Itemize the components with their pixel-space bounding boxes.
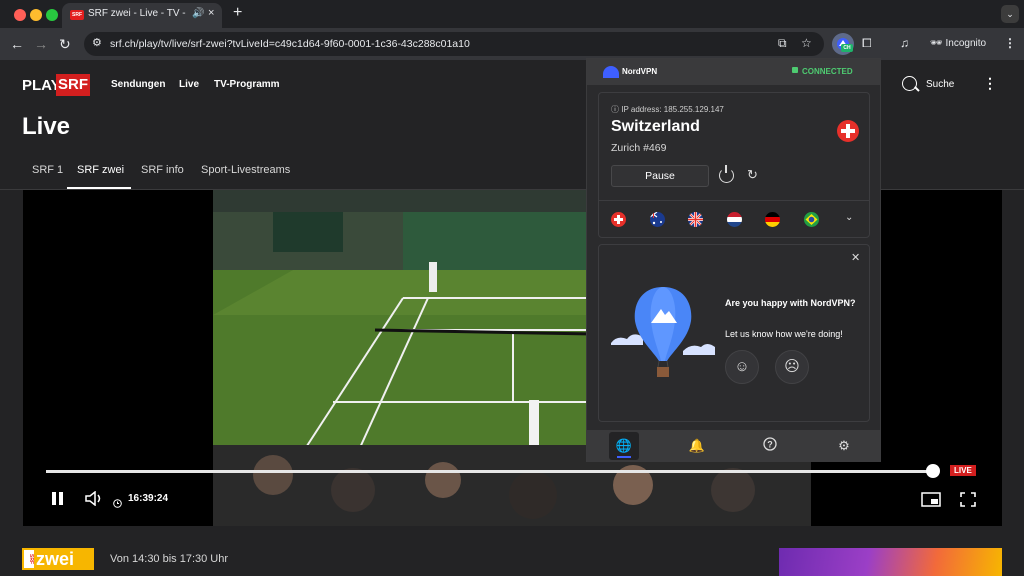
extensions-puzzle-icon[interactable]: ⧠: [862, 36, 872, 51]
more-menu-icon[interactable]: ⋮: [983, 75, 997, 92]
active-footer-indicator: [617, 456, 631, 458]
nordvpn-popup: NordVPN CONNECTED ⓘ IP address: 185.255.…: [586, 58, 881, 462]
feedback-prompt: Let us know how we're doing!: [725, 329, 843, 339]
incognito-icon: 🕶: [930, 38, 946, 49]
browser-tab-strip: SRF SRF zwei - Live - TV - Play SRF 🔊 × …: [0, 0, 1024, 28]
picture-in-picture-icon[interactable]: [921, 492, 941, 512]
browser-toolbar: ← → ↻ ⚙ srf.ch/play/tv/live/srf-zwei?tvL…: [0, 28, 1024, 60]
tab-sport-livestreams[interactable]: Sport-Livestreams: [201, 164, 290, 176]
seek-handle[interactable]: [926, 464, 940, 478]
help-icon[interactable]: ?: [761, 437, 779, 455]
fullscreen-icon[interactable]: [960, 492, 976, 512]
brazil-flag[interactable]: [804, 212, 819, 227]
translate-icon[interactable]: ⧉: [778, 36, 787, 51]
live-badge[interactable]: LIVE: [950, 465, 976, 476]
new-tab-button[interactable]: +: [233, 5, 242, 21]
browser-tab[interactable]: SRF SRF zwei - Live - TV - Play SRF 🔊 ×: [62, 3, 222, 28]
tab-search-button[interactable]: ⌄: [1001, 5, 1019, 23]
nav-sendungen[interactable]: Sendungen: [111, 79, 165, 90]
pause-vpn-button[interactable]: Pause: [611, 165, 709, 187]
nav-tv-programm[interactable]: TV-Programm: [214, 79, 280, 90]
play-logo[interactable]: PLAY: [22, 77, 61, 94]
clock-icon: [113, 495, 122, 513]
disconnect-power-icon-line: [725, 165, 727, 173]
svg-text:?: ?: [767, 440, 773, 450]
close-feedback-icon[interactable]: ✕: [851, 251, 860, 264]
bookmark-star-icon[interactable]: ☆: [801, 36, 812, 50]
happy-face-button[interactable]: ☺: [725, 350, 759, 384]
volume-icon[interactable]: [85, 490, 103, 511]
zoom-window-button[interactable]: [46, 9, 58, 21]
settings-icon[interactable]: ⚙: [835, 437, 853, 455]
netherlands-flag[interactable]: [727, 212, 742, 227]
connection-status: CONNECTED: [802, 67, 853, 76]
minimize-window-button[interactable]: [30, 9, 42, 21]
address-bar[interactable]: ⚙ srf.ch/play/tv/live/srf-zwei?tvLiveId=…: [84, 32, 824, 56]
search-icon[interactable]: [902, 76, 917, 91]
forward-button[interactable]: →: [34, 35, 48, 53]
feedback-card: ✕ Are you happy with NordVPN? Let us kno…: [598, 244, 870, 422]
connected-country: Switzerland: [611, 118, 700, 135]
search-label[interactable]: Suche: [926, 79, 954, 90]
switzerland-flag[interactable]: [611, 212, 626, 227]
united-kingdom-flag[interactable]: [688, 212, 703, 227]
connected-server: Zurich #469: [611, 142, 667, 154]
pause-button[interactable]: [52, 492, 63, 510]
australia-flag[interactable]: [650, 212, 665, 227]
nordvpn-header: NordVPN CONNECTED: [587, 59, 880, 85]
site-info-icon[interactable]: ⚙: [92, 36, 102, 49]
srf-zwei-logo-text: zwei: [36, 549, 75, 569]
browser-menu-icon[interactable]: ⋮: [1004, 36, 1016, 50]
program-thumbnail[interactable]: [779, 548, 1002, 576]
germany-flag[interactable]: [765, 212, 780, 227]
srf-zwei-logo[interactable]: SRF zwei: [22, 548, 94, 570]
disconnect-power-icon[interactable]: [719, 168, 734, 183]
country-badge: CH: [841, 44, 853, 52]
card-divider: [599, 200, 869, 201]
url-text[interactable]: srf.ch/play/tv/live/srf-zwei?tvLiveId=c4…: [110, 38, 470, 50]
program-airtime: Von 14:30 bis 17:30 Uhr: [110, 553, 229, 565]
current-time: 16:39:24: [128, 493, 169, 504]
tab-srf-zwei[interactable]: SRF zwei: [77, 164, 124, 176]
nordvpn-brand: NordVPN: [622, 67, 658, 76]
media-controls-icon[interactable]: ♫: [900, 36, 909, 50]
tab-srf-info[interactable]: SRF info: [141, 164, 184, 176]
nordvpn-logo-icon: [603, 66, 619, 78]
ip-address-text: IP address: 185.255.129.147: [621, 105, 724, 114]
srf-logo[interactable]: SRF: [56, 74, 90, 96]
tab-srf-1[interactable]: SRF 1: [32, 164, 63, 176]
srf-favicon: SRF: [70, 10, 84, 20]
srf-zwei-logo-srf: SRF: [24, 550, 34, 568]
ip-address: ⓘ IP address: 185.255.129.147: [611, 105, 724, 114]
seek-bar[interactable]: [46, 470, 933, 473]
nav-live[interactable]: Live: [179, 79, 199, 90]
feedback-question: Are you happy with NordVPN?: [725, 298, 856, 308]
globe-icon[interactable]: 🌐: [615, 437, 633, 455]
more-locations-chevron-icon[interactable]: ⌄: [845, 212, 853, 223]
back-button[interactable]: ←: [10, 35, 24, 53]
hot-air-balloon-illustration: [611, 287, 715, 377]
switzerland-flag-icon: [837, 120, 859, 142]
incognito-label: Incognito: [945, 38, 987, 49]
page-title: Live: [22, 113, 71, 140]
connection-card: ⓘ IP address: 185.255.129.147 Switzerlan…: [598, 92, 870, 238]
audio-playing-icon[interactable]: 🔊: [192, 8, 204, 19]
tab-title: SRF zwei - Live - TV - Play SRF: [88, 8, 188, 19]
reload-button[interactable]: ↻: [59, 35, 71, 53]
sad-face-button[interactable]: ☹: [775, 350, 809, 384]
lock-icon: [792, 67, 798, 73]
tab-close-icon[interactable]: ×: [208, 7, 214, 19]
reconnect-icon[interactable]: ↻: [747, 167, 758, 183]
incognito-indicator[interactable]: 🕶 Incognito: [924, 32, 992, 56]
nordvpn-footer-nav: 🌐 🔔 ? ⚙: [587, 430, 880, 462]
bell-icon[interactable]: 🔔: [688, 437, 706, 455]
close-window-button[interactable]: [14, 9, 26, 21]
